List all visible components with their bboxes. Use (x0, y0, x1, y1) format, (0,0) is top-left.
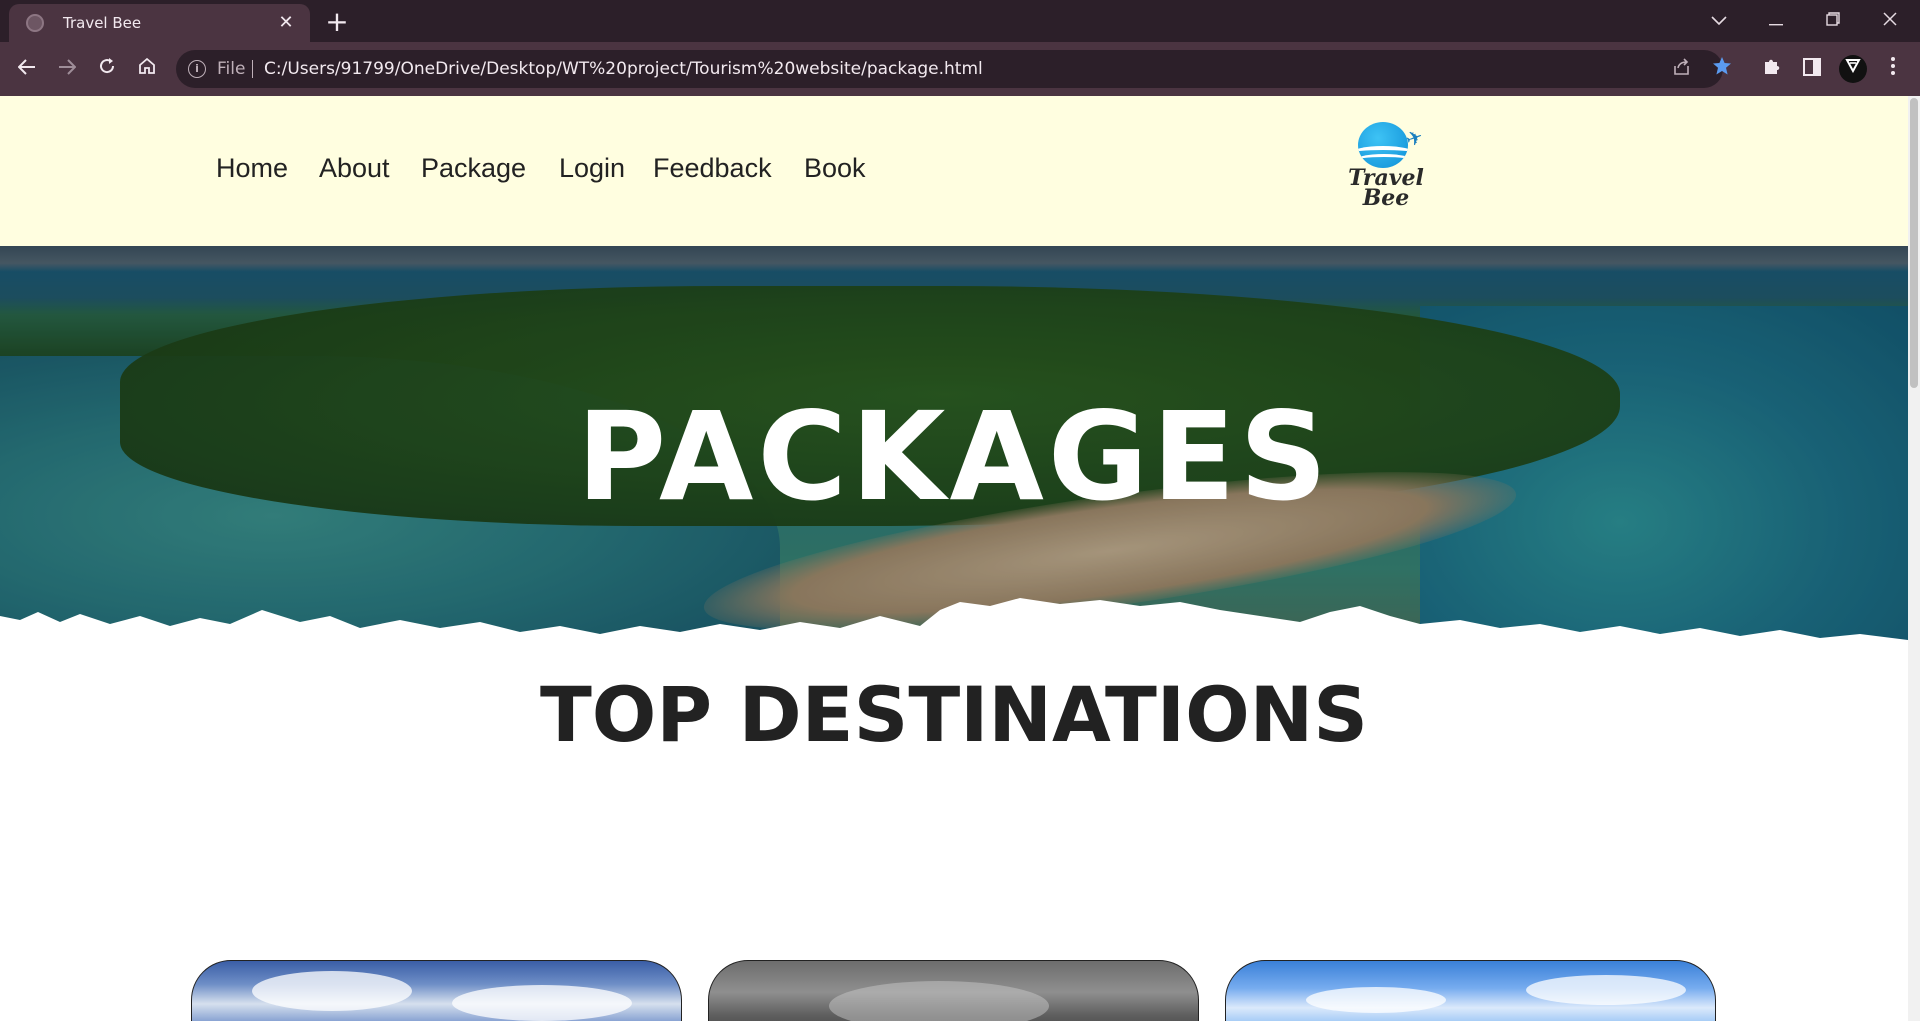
share-icon[interactable] (1669, 56, 1695, 82)
nav-link-login[interactable]: Login (559, 153, 625, 184)
logo-line-2: Bee (1362, 185, 1410, 211)
section-title: TOP DESTINATIONS (539, 670, 1369, 759)
nav-link-about[interactable]: About (319, 153, 390, 184)
vpn-extension-icon[interactable] (1839, 55, 1867, 83)
mist-shape (829, 981, 1049, 1021)
destination-card[interactable] (708, 960, 1199, 1021)
logo-wordmark: Travel Bee (1340, 167, 1432, 211)
address-bar[interactable]: i File C:/Users/91799/OneDrive/Desktop/W… (176, 50, 1731, 88)
hero-banner: PACKAGES (0, 246, 1908, 676)
page-scrollbar[interactable] (1908, 96, 1920, 1021)
omnibox-divider (252, 60, 253, 78)
home-icon[interactable] (132, 54, 162, 84)
scheme-label: File (217, 59, 246, 79)
tab-title: Travel Bee (63, 14, 142, 32)
reload-icon[interactable] (92, 54, 122, 84)
cloud-shape (452, 985, 632, 1021)
site-header: Home About Package Login Feedback Book ✈… (0, 96, 1908, 246)
site-info-icon[interactable]: i (188, 60, 206, 78)
restore-icon[interactable] (1813, 6, 1853, 36)
nav-link-package[interactable]: Package (421, 153, 526, 184)
cloud-shape (252, 971, 412, 1011)
star-icon[interactable] (1709, 56, 1735, 82)
cloud-shape (1526, 975, 1686, 1005)
nav-link-feedback[interactable]: Feedback (653, 153, 772, 184)
nav-link-home[interactable]: Home (216, 153, 288, 184)
browser-tab-strip: Travel Bee ✕ + (0, 0, 1920, 42)
minimize-icon[interactable] (1756, 6, 1796, 36)
forward-arrow-icon[interactable] (52, 54, 82, 84)
destination-card[interactable] (191, 960, 682, 1021)
cloud-shape (1306, 987, 1446, 1013)
new-tab-button[interactable]: + (322, 8, 352, 38)
globe-favicon-icon (26, 14, 44, 32)
puzzle-icon[interactable] (1757, 54, 1787, 84)
back-arrow-icon[interactable] (12, 54, 42, 84)
browser-tab[interactable]: Travel Bee ✕ (9, 4, 310, 42)
scrollbar-thumb[interactable] (1910, 98, 1918, 388)
url-text[interactable]: C:/Users/91799/OneDrive/Desktop/WT%20pro… (264, 59, 983, 79)
wave-globe-icon (1358, 122, 1408, 168)
close-window-icon[interactable] (1870, 6, 1910, 36)
side-panel-icon[interactable] (1797, 54, 1827, 84)
kebab-menu-icon[interactable] (1878, 54, 1908, 84)
page-viewport: Home About Package Login Feedback Book ✈… (0, 96, 1920, 1021)
destination-card[interactable] (1225, 960, 1716, 1021)
travel-bee-logo[interactable]: ✈ Travel Bee (1340, 122, 1430, 216)
tab-search-chevron-icon[interactable] (1699, 6, 1739, 36)
brush-stroke-divider (0, 598, 1908, 676)
browser-toolbar: i File C:/Users/91799/OneDrive/Desktop/W… (0, 42, 1920, 96)
close-tab-icon[interactable]: ✕ (276, 13, 296, 33)
hero-title: PACKAGES (576, 386, 1332, 528)
nav-link-book[interactable]: Book (804, 153, 866, 184)
